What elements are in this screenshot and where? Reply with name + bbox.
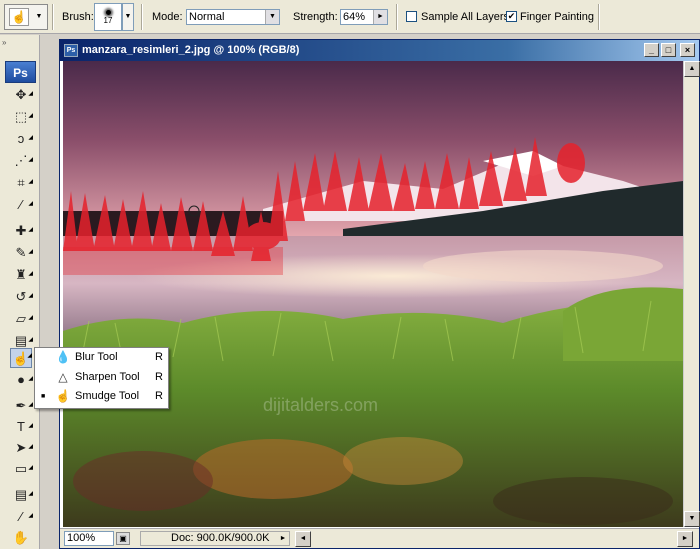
toolbox-grip[interactable]: » — [2, 38, 38, 47]
status-bar: 100% ▣ Doc: 900.0K/900.0K ► ◄ ► — [60, 528, 699, 548]
mode-label: Mode: — [152, 11, 183, 23]
clone-stamp-tool-icon[interactable]: ♜ ◢ — [10, 265, 33, 285]
chevron-down-icon[interactable]: ▼ — [33, 7, 45, 27]
watermark: dijitalders.com — [263, 395, 378, 415]
sample-all-layers-checkbox[interactable] — [406, 11, 417, 22]
status-icon[interactable]: ▣ — [116, 532, 130, 545]
magic-wand-tool-icon[interactable]: ⋰ ◢ — [10, 151, 34, 171]
image-canvas[interactable]: dijitalders.com — [63, 61, 683, 527]
brush-dropdown-button[interactable]: ▼ — [122, 3, 134, 31]
tool-flyout-menu: 💧 Blur Tool R △ Sharpen Tool R ■ ☝ Smudg… — [34, 347, 169, 409]
menu-item-smudge-tool[interactable]: ■ ☝ Smudge Tool R — [35, 387, 168, 406]
dodge-tool-icon[interactable]: ● ◢ — [10, 370, 33, 390]
brush-size: 17 — [103, 16, 113, 25]
lasso-tool-icon[interactable]: ↄ ◢ — [10, 129, 33, 149]
strength-label: Strength: — [293, 11, 338, 23]
minimize-button[interactable]: _ — [644, 43, 659, 57]
finger-painting-label: Finger Painting — [520, 11, 594, 23]
marquee-tool-icon[interactable]: ⬚ ◢ — [10, 107, 33, 127]
notes-tool-icon[interactable]: ▤ ◢ — [10, 485, 33, 505]
eyedropper-tool-icon[interactable]: ⁄ ◢ — [10, 507, 33, 527]
doc-info[interactable]: Doc: 900.0K/900.0K ► — [140, 531, 290, 546]
document-title-bar[interactable]: Ps manzara_resimleri_2.jpg @ 100% (RGB/8… — [60, 40, 699, 61]
chevron-right-icon[interactable]: ► — [373, 10, 387, 24]
close-button[interactable]: × — [680, 43, 695, 57]
shape-tool-icon[interactable]: ▭ ◢ — [10, 459, 33, 479]
move-tool-icon[interactable]: ✥ ◢ — [10, 85, 33, 105]
sharpen-icon: △ — [58, 370, 68, 384]
chevron-down-icon: ▼ — [265, 10, 279, 24]
maximize-button[interactable]: □ — [661, 43, 676, 57]
brush-tool-icon[interactable]: ✎ ◢ — [10, 243, 33, 263]
chevron-right-icon: ► — [279, 535, 287, 542]
blur-icon: 💧 — [55, 350, 71, 364]
history-brush-tool-icon[interactable]: ↺ ◢ — [10, 287, 33, 307]
finger-painting-checkbox[interactable]: ✔ — [506, 11, 517, 22]
horizontal-scrollbar[interactable]: ◄ ► — [295, 531, 693, 547]
divider — [396, 4, 398, 30]
smudge-tool-icon[interactable]: ☝ ◢ — [10, 348, 32, 368]
hand-tool-icon[interactable]: ✋ — [10, 528, 32, 548]
selected-bullet-icon: ■ — [41, 393, 46, 400]
shortcut-key: R — [155, 371, 163, 383]
brush-tip-icon — [105, 10, 111, 15]
sample-all-layers-label: Sample All Layers — [421, 11, 510, 23]
slice-tool-icon[interactable]: ⁄ ◢ — [10, 195, 33, 215]
shortcut-key: R — [155, 390, 163, 402]
pen-tool-icon[interactable]: ✒ ◢ — [10, 396, 33, 416]
divider — [598, 4, 600, 30]
divider — [52, 4, 54, 30]
smudge-icon: ☝ — [55, 389, 71, 403]
healing-brush-tool-icon[interactable]: ✚ ◢ — [10, 221, 33, 241]
mode-select[interactable]: Normal ▼ — [186, 9, 280, 25]
menu-item-label: Smudge Tool — [75, 390, 140, 402]
document-title: manzara_resimleri_2.jpg @ 100% (RGB/8) — [82, 44, 300, 56]
landscape-image: dijitalders.com — [63, 61, 683, 527]
scroll-left-button[interactable]: ◄ — [295, 531, 311, 547]
brush-picker[interactable]: 17 — [94, 3, 122, 31]
menu-item-sharpen-tool[interactable]: △ Sharpen Tool R — [35, 368, 168, 387]
divider — [141, 4, 143, 30]
tool-preset-picker[interactable]: ☝ ▼ — [4, 4, 48, 30]
scroll-right-button[interactable]: ► — [677, 531, 693, 547]
photoshop-logo[interactable]: Ps — [5, 61, 36, 83]
smudge-icon: ☝ — [9, 8, 29, 26]
type-tool-icon[interactable]: T ◢ — [10, 417, 33, 437]
options-bar: ☝ ▼ Brush: 17 ▼ Mode: Normal ▼ Strength:… — [0, 0, 700, 34]
scroll-up-button[interactable]: ▲ — [684, 61, 700, 77]
menu-item-blur-tool[interactable]: 💧 Blur Tool R — [35, 348, 168, 367]
doc-size: Doc: 900.0K/900.0K — [171, 532, 270, 544]
vertical-scrollbar[interactable]: ▲ ▼ — [683, 61, 700, 527]
scroll-down-button[interactable]: ▼ — [684, 511, 700, 527]
toolbox: » Ps ✥ ◢ ⬚ ◢ ↄ ◢ ⋰ ◢ ⌗ ◢ ⁄ ◢ ✚ ◢ ✎ ◢ ♜ ◢ ↺ ◢ ▱ ◢ ▤ ◢… — [0, 35, 40, 549]
path-selection-tool-icon[interactable]: ➤ ◢ — [10, 438, 33, 458]
eraser-tool-icon[interactable]: ▱ ◢ — [10, 309, 33, 329]
document-window: Ps manzara_resimleri_2.jpg @ 100% (RGB/8… — [59, 39, 700, 549]
brush-label: Brush: — [62, 11, 94, 23]
check-mark-icon: ✔ — [507, 11, 516, 21]
zoom-field[interactable]: 100% — [64, 531, 114, 546]
mode-value: Normal — [189, 11, 225, 23]
strength-field[interactable]: 64% ► — [340, 9, 388, 25]
document-icon: Ps — [64, 44, 78, 57]
strength-value: 64% — [343, 11, 366, 23]
crop-tool-icon[interactable]: ⌗ ◢ — [10, 173, 33, 193]
menu-item-label: Blur Tool — [75, 351, 118, 363]
menu-item-label: Sharpen Tool — [75, 371, 140, 383]
shortcut-key: R — [155, 351, 163, 363]
